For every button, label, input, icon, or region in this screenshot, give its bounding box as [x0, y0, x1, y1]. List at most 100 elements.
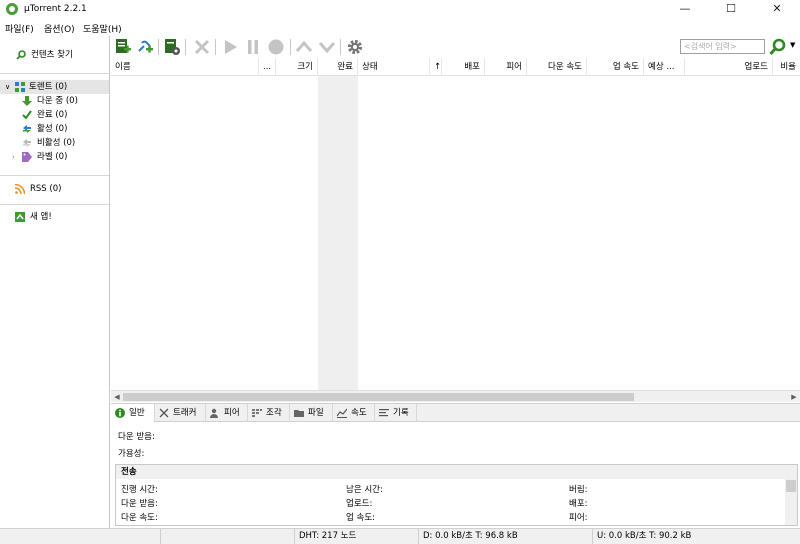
collapse-arrow-icon: ∨ — [5, 83, 11, 91]
menu-help[interactable]: 도움말(H) — [83, 22, 122, 35]
upload-speed-label: 업 속도: — [346, 513, 376, 523]
pause-icon[interactable] — [244, 38, 262, 56]
sidebar-item-downloading[interactable]: 다운 중 (0) — [0, 94, 109, 108]
torrents-icon — [15, 82, 25, 92]
stop-icon[interactable] — [267, 38, 285, 56]
maximize-button[interactable]: ☐ — [708, 0, 754, 18]
add-torrent-icon[interactable] — [114, 38, 132, 56]
toolbar-separator — [158, 39, 159, 55]
peers-icon — [210, 408, 218, 418]
menu-bar: 파일(F) 옵션(O) 도움말(H) — [0, 18, 800, 36]
log-lines-icon — [379, 409, 389, 417]
tab-label: 파일 — [308, 408, 324, 418]
transfer-header: 전송 — [116, 465, 797, 479]
pieces-icon — [252, 409, 262, 417]
close-button[interactable]: ✕ — [754, 0, 800, 18]
sidebar-item-active[interactable]: 활성 (0) — [0, 122, 109, 136]
tab-label: 트래커 — [173, 408, 197, 418]
tab-label: 피어 — [224, 408, 240, 418]
sidebar-item-label: 활성 (0) — [37, 124, 68, 134]
find-content-item[interactable]: 컨텐츠 찾기 — [0, 48, 109, 62]
sidebar-item-torrents[interactable]: ∨ 토렌트 (0) — [0, 80, 109, 94]
column-eta[interactable]: 예상 ... — [644, 58, 685, 76]
done-column-highlight — [318, 76, 358, 390]
sidebar-item-label: RSS (0) — [30, 184, 62, 194]
rss-icon — [15, 184, 25, 194]
status-dht[interactable]: DHT: 217 노드 — [294, 529, 418, 544]
tab-label: 조각 — [266, 408, 282, 418]
scrollbar-thumb[interactable] — [786, 480, 796, 492]
sidebar-item-completed[interactable]: 완료 (0) — [0, 108, 109, 122]
toolbar-separator — [215, 39, 216, 55]
speed-graph-icon — [337, 408, 347, 418]
scrollbar-thumb[interactable] — [123, 393, 634, 401]
column-ratio[interactable]: 비율 — [773, 58, 800, 76]
search-icon[interactable] — [769, 38, 787, 56]
start-icon[interactable] — [221, 38, 239, 56]
tab-label: 기록 — [393, 408, 409, 418]
window-title: µTorrent 2.2.1 — [24, 4, 87, 14]
status-upload[interactable]: U: 0.0 kB/초 T: 90.2 kB — [592, 529, 800, 544]
vertical-scrollbar[interactable] — [785, 479, 797, 525]
column-more[interactable]: ... — [259, 58, 276, 76]
sidebar-item-inactive[interactable]: 비활성 (0) — [0, 136, 109, 150]
menu-file[interactable]: 파일(F) — [5, 22, 34, 35]
torrent-list[interactable]: 이름 ... 크기 완료 상태 ↑ 배포 피어 다운 속도 업 속도 예상 ..… — [111, 58, 800, 402]
menu-options[interactable]: 옵션(O) — [44, 22, 75, 35]
column-seeds[interactable]: 배포 — [442, 58, 485, 76]
search-input[interactable]: <검색어 입력> — [680, 39, 765, 54]
sidebar-item-label: 비활성 (0) — [37, 138, 76, 148]
tab-general[interactable]: 일반 — [111, 404, 155, 422]
folder-icon — [294, 410, 304, 417]
column-peers[interactable]: 피어 — [485, 58, 527, 76]
scroll-left-icon[interactable]: ◀ — [111, 391, 123, 403]
gear-icon[interactable] — [346, 38, 364, 56]
column-uploaded[interactable]: 업로드 — [685, 58, 773, 76]
list-header: 이름 ... 크기 완료 상태 ↑ 배포 피어 다운 속도 업 속도 예상 ..… — [111, 58, 800, 76]
tab-logger[interactable]: 기록 — [375, 404, 417, 422]
peers-label: 피어: — [569, 513, 588, 523]
wasted-label: 버림: — [569, 485, 588, 495]
find-content-label: 컨텐츠 찾기 — [31, 50, 73, 60]
column-down-speed[interactable]: 다운 속도 — [527, 58, 587, 76]
status-empty — [160, 529, 294, 544]
tab-files[interactable]: 파일 — [290, 404, 333, 422]
transfer-section: 전송 진행 시간: 남은 시간: 버림: 다운 받음: 업로드: 배포: 다운 … — [115, 464, 798, 526]
add-url-icon[interactable] — [136, 38, 154, 56]
toolbar-separator — [340, 39, 341, 55]
tab-speed[interactable]: 속도 — [333, 404, 375, 422]
inactive-arrows-icon — [23, 139, 31, 147]
remove-icon[interactable] — [193, 38, 211, 56]
tab-pieces[interactable]: 조각 — [248, 404, 290, 422]
column-status[interactable]: 상태 — [358, 58, 430, 76]
create-torrent-icon[interactable] — [163, 38, 181, 56]
column-name[interactable]: 이름 — [111, 58, 259, 76]
detail-tabs: 일반 트래커 피어 조각 파일 속도 기록 — [111, 403, 800, 422]
column-size[interactable]: 크기 — [276, 58, 318, 76]
tab-peers[interactable]: 피어 — [206, 404, 248, 422]
move-down-icon[interactable] — [318, 38, 336, 56]
horizontal-scrollbar[interactable]: ◀ ▶ — [111, 390, 800, 402]
availability-label: 가용성: — [118, 449, 145, 459]
sidebar-item-apps[interactable]: 새 앱! — [0, 210, 109, 224]
column-up-speed[interactable]: 업 속도 — [587, 58, 644, 76]
sidebar-item-label: 토렌트 (0) — [29, 82, 68, 92]
sidebar-divider — [0, 73, 109, 74]
scroll-right-icon[interactable]: ▶ — [788, 391, 800, 403]
sidebar-item-rss[interactable]: RSS (0) — [0, 182, 109, 196]
tab-label: 일반 — [129, 408, 145, 418]
minimize-button[interactable]: — — [662, 0, 708, 18]
toolbar-separator — [290, 39, 291, 55]
tab-trackers[interactable]: 트래커 — [155, 404, 206, 422]
search-dropdown-icon[interactable]: ▼ — [790, 41, 795, 49]
general-panel: 다운 받음: 가용성: 전송 진행 시간: 남은 시간: 버림: 다운 받음: … — [111, 422, 800, 528]
sidebar-item-labels[interactable]: › 라벨 (0) — [0, 150, 109, 164]
column-sort[interactable]: ↑ — [430, 58, 442, 76]
title-bar: µTorrent 2.2.1 — ☐ ✕ — [0, 0, 800, 18]
move-up-icon[interactable] — [295, 38, 313, 56]
sidebar-item-label: 라벨 (0) — [37, 152, 68, 162]
status-download[interactable]: D: 0.0 kB/초 T: 96.8 kB — [418, 529, 592, 544]
column-done[interactable]: 완료 — [318, 58, 358, 76]
downloading-icon — [22, 96, 32, 106]
toolbar: <검색어 입력> ▼ — [111, 36, 800, 58]
